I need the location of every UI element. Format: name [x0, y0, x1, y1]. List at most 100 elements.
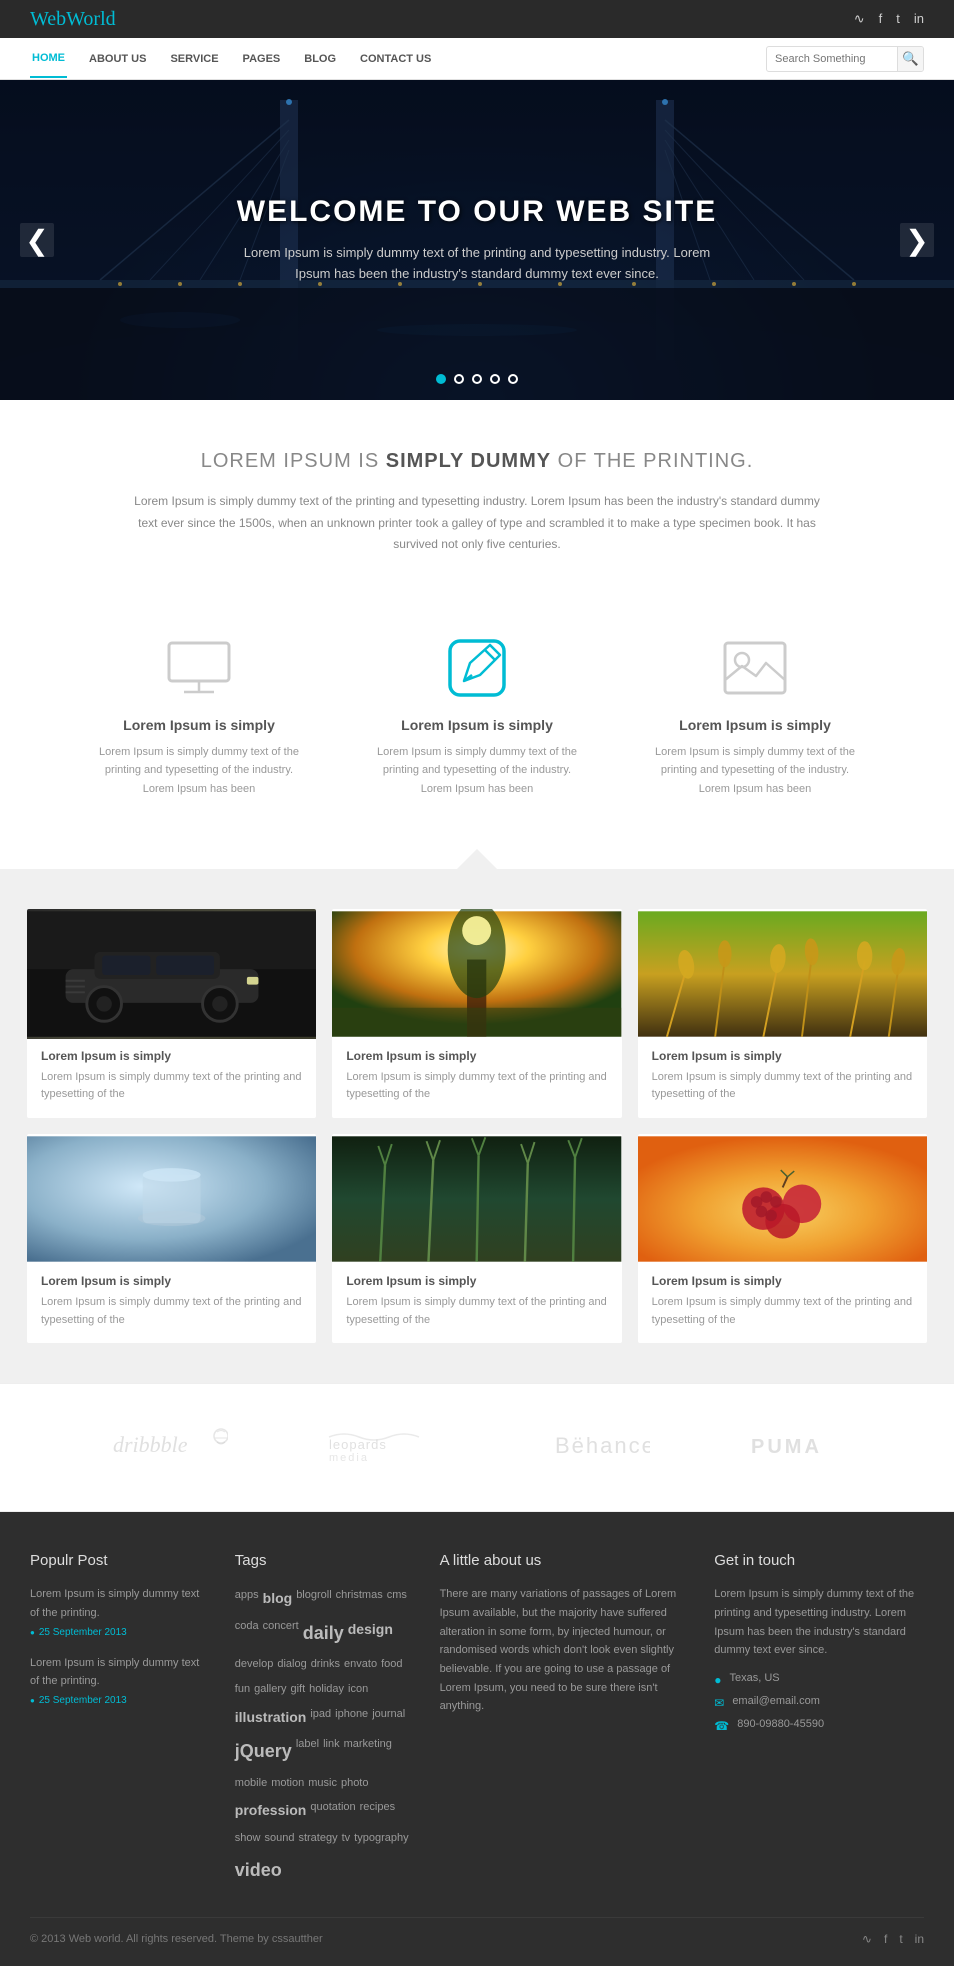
footer-linkedin-icon[interactable]: in: [915, 1932, 924, 1946]
tag-label[interactable]: label: [296, 1734, 319, 1768]
footer-email-text: email@email.com: [732, 1695, 820, 1707]
tag-strategy[interactable]: strategy: [298, 1828, 337, 1849]
tag-jquery[interactable]: jQuery: [235, 1734, 292, 1768]
tag-christmas[interactable]: christmas: [336, 1585, 383, 1612]
tag-design[interactable]: design: [348, 1616, 393, 1650]
feature-image: Lorem Ipsum is simply Lorem Ipsum is sim…: [616, 616, 894, 819]
tag-develop[interactable]: develop: [235, 1654, 274, 1675]
tag-photo[interactable]: photo: [341, 1773, 369, 1794]
tag-marketing[interactable]: marketing: [344, 1734, 392, 1768]
facebook-icon[interactable]: f: [879, 11, 883, 27]
tag-drinks[interactable]: drinks: [311, 1654, 340, 1675]
tag-fun[interactable]: fun: [235, 1679, 250, 1700]
tag-envato[interactable]: envato: [344, 1654, 377, 1675]
portfolio-item-6[interactable]: Lorem Ipsum is simply Lorem Ipsum is sim…: [638, 1134, 927, 1343]
phone-icon: ☎: [714, 1719, 729, 1733]
footer-facebook-icon[interactable]: f: [884, 1932, 887, 1946]
tag-gift[interactable]: gift: [290, 1679, 305, 1700]
tag-cms[interactable]: cms: [387, 1585, 407, 1612]
tag-journal[interactable]: journal: [372, 1704, 405, 1731]
nav-about[interactable]: ABOUT US: [87, 41, 148, 77]
portfolio-item-4[interactable]: Lorem Ipsum is simply Lorem Ipsum is sim…: [27, 1134, 316, 1343]
nav-contact[interactable]: CONTACT US: [358, 41, 433, 77]
email-icon: ✉: [714, 1696, 724, 1710]
tag-recipes[interactable]: recipes: [360, 1797, 395, 1824]
hero-dot-4[interactable]: [490, 374, 500, 384]
footer-post-2: Lorem Ipsum is simply dummy text of the …: [30, 1654, 205, 1706]
top-bar: WebWorld ∿ f t in: [0, 0, 954, 38]
footer-social: ∿ f t in: [862, 1932, 924, 1946]
tag-profession[interactable]: profession: [235, 1797, 307, 1824]
tag-blogroll[interactable]: blogroll: [296, 1585, 331, 1612]
tag-link[interactable]: link: [323, 1734, 340, 1768]
footer-email: ✉ email@email.com: [714, 1695, 924, 1710]
nav-pages[interactable]: PAGES: [241, 41, 283, 77]
tag-ipad[interactable]: ipad: [310, 1704, 331, 1731]
tag-coda[interactable]: coda: [235, 1616, 259, 1650]
tag-food[interactable]: food: [381, 1654, 402, 1675]
hero-dot-5[interactable]: [508, 374, 518, 384]
intro-heading: LOREM IPSUM IS SIMPLY DUMMY OF THE PRINT…: [80, 450, 874, 473]
nav-service[interactable]: SERVICE: [168, 41, 220, 77]
svg-text:media: media: [329, 1452, 369, 1464]
tag-music[interactable]: music: [308, 1773, 337, 1794]
portfolio-title-1: Lorem Ipsum is simply: [41, 1049, 302, 1063]
tag-sound[interactable]: sound: [264, 1828, 294, 1849]
tag-dialog[interactable]: dialog: [277, 1654, 306, 1675]
edit-icon: [437, 636, 517, 701]
tag-holiday[interactable]: holiday: [309, 1679, 344, 1700]
portfolio-body-2: Lorem Ipsum is simply dummy text of the …: [346, 1069, 607, 1104]
portfolio-item-3[interactable]: Lorem Ipsum is simply Lorem Ipsum is sim…: [638, 909, 927, 1118]
search-input[interactable]: [767, 53, 897, 65]
portfolio-item-5[interactable]: Lorem Ipsum is simply Lorem Ipsum is sim…: [332, 1134, 621, 1343]
portfolio-item-2[interactable]: Lorem Ipsum is simply Lorem Ipsum is sim…: [332, 909, 621, 1118]
tag-gallery[interactable]: gallery: [254, 1679, 286, 1700]
footer-address: ● Texas, US: [714, 1672, 924, 1687]
hero-dot-2[interactable]: [454, 374, 464, 384]
footer-post-2-text: Lorem Ipsum is simply dummy text of the …: [30, 1654, 205, 1691]
portfolio-item-1[interactable]: Lorem Ipsum is simply Lorem Ipsum is sim…: [27, 909, 316, 1118]
search-box: 🔍: [766, 46, 924, 72]
tag-video[interactable]: video: [235, 1853, 282, 1887]
hero-section: ❮ WELCOME TO OUR WEB SITE Lorem Ipsum is…: [0, 80, 954, 400]
portfolio-info-2: Lorem Ipsum is simply Lorem Ipsum is sim…: [332, 1039, 621, 1118]
footer-phone-text: 890-09880-45590: [737, 1718, 824, 1730]
tag-illustration[interactable]: illustration: [235, 1704, 307, 1731]
tag-quotation[interactable]: quotation: [310, 1797, 355, 1824]
footer-popular-post: Populr Post Lorem Ipsum is simply dummy …: [30, 1552, 205, 1887]
hero-next-button[interactable]: ❯: [900, 223, 934, 257]
tag-tv[interactable]: tv: [342, 1828, 351, 1849]
tag-icon[interactable]: icon: [348, 1679, 368, 1700]
tag-show[interactable]: show: [235, 1828, 261, 1849]
tag-blog[interactable]: blog: [263, 1585, 293, 1612]
tag-apps[interactable]: apps: [235, 1585, 259, 1612]
footer-post-2-date: 25 September 2013: [30, 1695, 205, 1706]
tag-mobile[interactable]: mobile: [235, 1773, 267, 1794]
features-section: Lorem Ipsum is simply Lorem Ipsum is sim…: [0, 596, 954, 869]
portfolio-info-5: Lorem Ipsum is simply Lorem Ipsum is sim…: [332, 1264, 621, 1343]
hero-prev-button[interactable]: ❮: [20, 223, 54, 257]
tag-typography[interactable]: typography: [354, 1828, 408, 1849]
portfolio-info-6: Lorem Ipsum is simply Lorem Ipsum is sim…: [638, 1264, 927, 1343]
feature-3-body: Lorem Ipsum is simply dummy text of the …: [646, 743, 864, 799]
nav-home[interactable]: HOME: [30, 40, 67, 78]
tag-motion[interactable]: motion: [271, 1773, 304, 1794]
portfolio-img-5: [332, 1134, 621, 1264]
tag-concert[interactable]: concert: [263, 1616, 299, 1650]
svg-text:PUMA: PUMA: [751, 1436, 822, 1458]
footer-twitter-icon[interactable]: t: [899, 1932, 902, 1946]
tags-list: apps blog blogroll christmas cms coda co…: [235, 1585, 410, 1887]
nav-blog[interactable]: BLOG: [302, 41, 338, 77]
footer-rss-icon[interactable]: ∿: [862, 1932, 872, 1946]
hero-dots: [436, 374, 518, 384]
tag-iphone[interactable]: iphone: [335, 1704, 368, 1731]
twitter-icon[interactable]: t: [896, 11, 900, 27]
search-button[interactable]: 🔍: [897, 47, 923, 71]
hero-dot-3[interactable]: [472, 374, 482, 384]
tag-daily[interactable]: daily: [303, 1616, 344, 1650]
image-icon: [715, 636, 795, 701]
rss-icon[interactable]: ∿: [854, 11, 865, 27]
linkedin-icon[interactable]: in: [914, 11, 924, 27]
hero-dot-1[interactable]: [436, 374, 446, 384]
portfolio-img-1: [27, 909, 316, 1039]
